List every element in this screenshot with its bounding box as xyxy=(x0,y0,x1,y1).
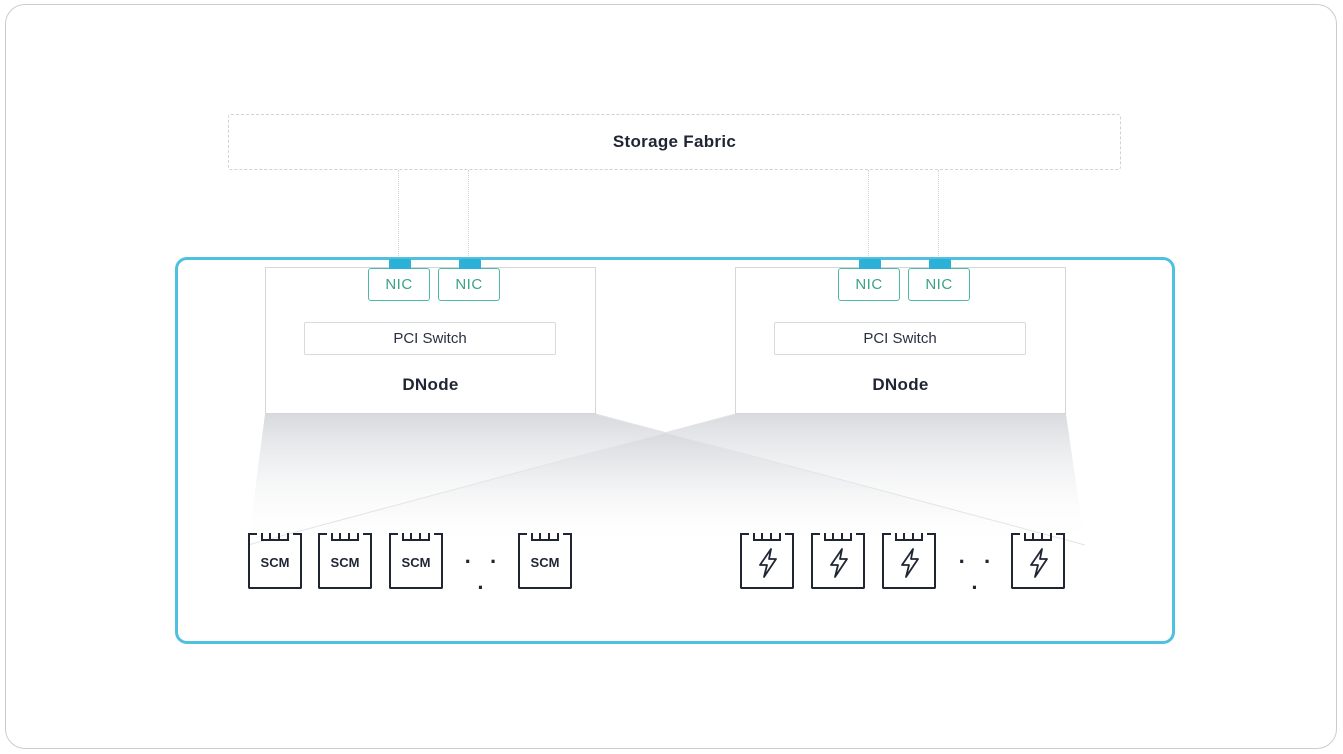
dnode-label: DNode xyxy=(872,375,929,394)
scm-label: SCM xyxy=(401,555,431,570)
scm-drive: SCM xyxy=(318,533,372,589)
nic-label: NIC xyxy=(855,276,883,293)
nic-label: NIC xyxy=(455,276,483,293)
nic-2b: NIC xyxy=(908,259,970,301)
pci-switch-1: PCI Switch xyxy=(304,322,556,355)
nic-port xyxy=(859,259,881,269)
nic-label: NIC xyxy=(385,276,413,293)
fabric-link-2 xyxy=(468,170,469,268)
nic-2a: NIC xyxy=(838,259,900,301)
scm-drive: SCM xyxy=(248,533,302,589)
dnode-2: NIC NIC PCI Switch DNode xyxy=(735,259,1066,414)
flash-drive xyxy=(1011,533,1065,589)
scm-drive: SCM xyxy=(389,533,443,589)
pci-switch-2: PCI Switch xyxy=(774,322,1026,355)
dnode-label: DNode xyxy=(402,375,459,394)
flash-ellipsis: · · · xyxy=(958,549,998,600)
pci-switch-label: PCI Switch xyxy=(863,330,937,347)
fabric-link-1 xyxy=(398,170,399,268)
flash-drive xyxy=(740,533,794,589)
flash-drive xyxy=(811,533,865,589)
scm-ellipsis: · · · xyxy=(464,549,504,600)
storage-fabric-label: Storage Fabric xyxy=(612,132,737,151)
storage-fabric: Storage Fabric xyxy=(228,114,1121,170)
fabric-link-3 xyxy=(868,170,869,268)
flash-drive xyxy=(882,533,936,589)
nic-port xyxy=(929,259,951,269)
scm-drive: SCM xyxy=(518,533,572,589)
fabric-link-4 xyxy=(938,170,939,268)
lightning-bolt-icon xyxy=(830,548,848,578)
scm-label: SCM xyxy=(530,555,560,570)
nic-port xyxy=(459,259,481,269)
scm-label: SCM xyxy=(260,555,290,570)
dnode-1: NIC NIC PCI Switch DNode xyxy=(265,259,596,414)
nic-label: NIC xyxy=(925,276,953,293)
nic-1a: NIC xyxy=(368,259,430,301)
lightning-bolt-icon xyxy=(1030,548,1048,578)
nic-port xyxy=(389,259,411,269)
nic-1b: NIC xyxy=(438,259,500,301)
scm-label: SCM xyxy=(330,555,360,570)
lightning-bolt-icon xyxy=(759,548,777,578)
lightning-bolt-icon xyxy=(901,548,919,578)
pci-switch-label: PCI Switch xyxy=(393,330,467,347)
